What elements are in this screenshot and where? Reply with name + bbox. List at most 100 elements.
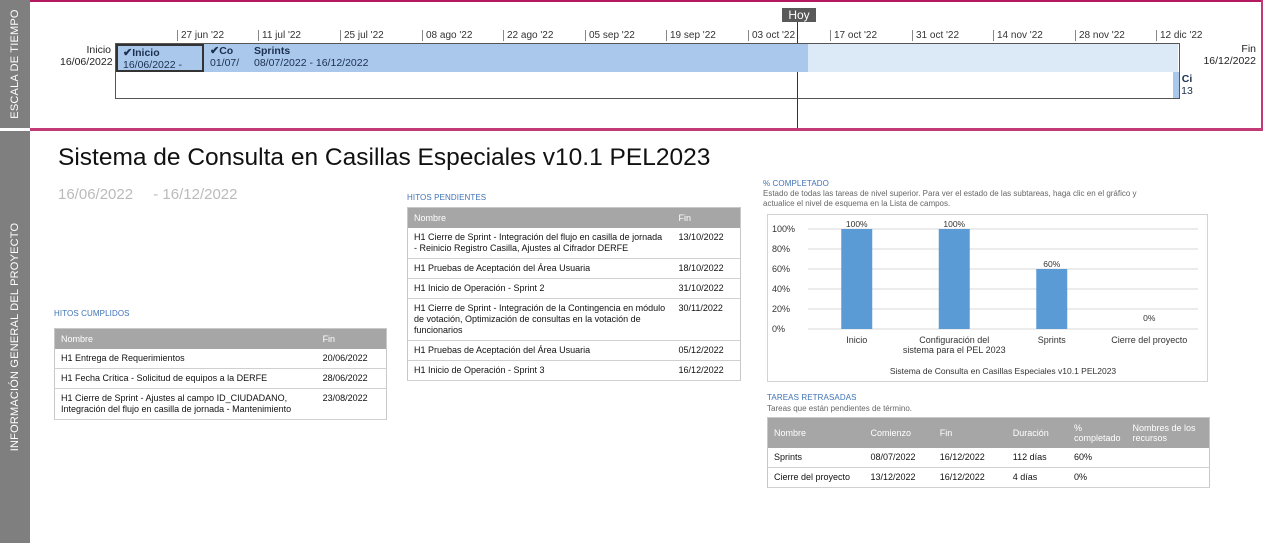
project-side-band: INFORMACIÓN GENERAL DEL PROYECTO [0, 131, 30, 543]
table-row[interactable]: H1 Inicio de Operación - Sprint 3 16/12/2… [407, 360, 741, 381]
bar [1036, 269, 1068, 329]
table-cell: 05/12/2022 [672, 340, 741, 361]
table-cell: 08/07/2022 [864, 448, 934, 468]
timeline-start-label: Inicio [86, 44, 111, 56]
column-header[interactable]: Comienzo [864, 417, 934, 448]
column-header[interactable]: Fin [672, 207, 741, 228]
table-cell: 0% [1067, 467, 1127, 488]
table-cell: Cierre del proyecto [767, 467, 865, 488]
bar [841, 229, 873, 329]
table-row[interactable]: H1 Pruebas de Aceptación del Área Usuari… [407, 258, 741, 279]
completado-chart[interactable]: 100% 80% 60% 40% 20% 0% 100% Inicio 100% Configur… [767, 214, 1208, 382]
timeline-tick: 19 sep '22 [666, 30, 716, 41]
timeline-tick: 12 dic '22 [1156, 30, 1203, 41]
tareas-retrasadas-label: TAREAS RETRASADAS [767, 393, 857, 402]
timeline-task-sprints[interactable]: Sprints 08/07/2022 - 16/12/2022 [250, 45, 550, 69]
hitos-pendientes-label: HITOS PENDIENTES [407, 193, 487, 202]
table-cell: H1 Pruebas de Aceptación del Área Usuari… [407, 258, 673, 279]
timeline-area[interactable]: Hoy 27 jun '22 11 jul '22 25 jul '22 08 … [30, 2, 1261, 128]
table-row[interactable]: H1 Cierre de Sprint - Integración del fl… [407, 228, 741, 259]
column-header[interactable]: Nombre [767, 417, 865, 448]
table-row[interactable]: H1 Cierre de Sprint - Integración de la … [407, 298, 741, 341]
completado-chart-svg[interactable]: 100% 80% 60% 40% 20% 0% 100% Inicio 100% Configur… [768, 215, 1209, 383]
column-header[interactable]: Duración [1006, 417, 1068, 448]
column-header[interactable]: Fin [933, 417, 1007, 448]
timeline-tick: 31 oct '22 [912, 30, 959, 41]
timeline-end: Fin 16/12/2022 [1190, 43, 1256, 67]
bar [938, 229, 970, 329]
timeline-start: Inicio 16/06/2022 [60, 44, 113, 68]
timeline-task-configuracion[interactable]: ✔Co 01/07/ [206, 45, 248, 69]
column-header[interactable]: % completado [1067, 417, 1127, 448]
table-cell: 13/12/2022 [864, 467, 934, 488]
table-cell: 16/12/2022 [672, 360, 741, 381]
x-tick-label: Sprints [1038, 335, 1067, 345]
timeline-task-inicio[interactable]: ✔Inicio 16/06/2022 - [116, 44, 204, 72]
table-cell: H1 Pruebas de Aceptación del Área Usuari… [407, 340, 673, 361]
task-dates: 01/07/ [210, 57, 240, 69]
table-cell: H1 Cierre de Sprint - Ajustes al campo I… [54, 388, 317, 420]
data-label: 0% [1143, 313, 1156, 323]
table-cell: Sprints [767, 448, 865, 468]
timeline-tick: 05 sep '22 [585, 30, 635, 41]
y-tick-label: 40% [772, 284, 790, 294]
timeline-side-band: ESCALA DE TIEMPO [0, 0, 30, 128]
tareas-retrasadas-table[interactable]: Nombre Comienzo Fin Duración % completad… [767, 417, 1210, 488]
x-tick-label: Inicio [846, 335, 867, 345]
table-row[interactable]: H1 Pruebas de Aceptación del Área Usuari… [407, 340, 741, 361]
table-cell: 13/10/2022 [672, 228, 741, 259]
data-label: 100% [943, 219, 965, 229]
y-tick-label: 100% [772, 224, 795, 234]
x-tick-label: Cierre del proyecto [1111, 335, 1187, 345]
table-cell: 20/06/2022 [316, 349, 387, 369]
task-name: Inicio [132, 47, 160, 59]
table-row[interactable]: H1 Entrega de Requerimientos 20/06/2022 [54, 349, 387, 369]
timeline-tick: 14 nov '22 [993, 30, 1043, 41]
project-dates: 16/06/2022 - 16/12/2022 [58, 186, 238, 203]
table-row[interactable]: H1 Fecha Crítica - Solicitud de equipos … [54, 368, 387, 389]
timeline-tick: 27 jun '22 [177, 30, 224, 41]
table-cell: 28/06/2022 [316, 368, 387, 389]
timeline-tick: 03 oct '22 [748, 30, 795, 41]
y-tick-label: 20% [772, 304, 790, 314]
table-cell [1126, 467, 1210, 488]
table-cell: 23/08/2022 [316, 388, 387, 420]
column-header[interactable]: Nombre [407, 207, 673, 228]
table-cell: H1 Cierre de Sprint - Integración de la … [407, 298, 673, 341]
timeline-tick: 28 nov '22 [1075, 30, 1125, 41]
hitos-cumplidos-label: HITOS CUMPLIDOS [54, 309, 130, 318]
x-axis-label: Sistema de Consulta en Casillas Especial… [890, 366, 1117, 376]
section-separator [30, 128, 1263, 131]
table-row[interactable]: Cierre del proyecto 13/12/2022 16/12/2022 4… [767, 467, 1210, 488]
timeline-tick: 11 jul '22 [258, 30, 301, 41]
project-end-date: - 16/12/2022 [153, 186, 238, 203]
table-cell: H1 Inicio de Operación - Sprint 3 [407, 360, 673, 381]
timeline-end-label: Fin [1241, 43, 1256, 55]
task-dates: 16/06/2022 - [123, 59, 182, 71]
timeline-tick: 22 ago '22 [503, 30, 553, 41]
tareas-retrasadas-description: Tareas que están pendientes de término. [767, 404, 912, 413]
completado-label: % COMPLETADO [763, 179, 829, 188]
table-cell: 112 días [1006, 448, 1068, 468]
hitos-cumplidos-table[interactable]: Nombre Fin H1 Entrega de Requerimientos 2… [54, 328, 387, 420]
task-name: Ci [1181, 73, 1193, 85]
project-start-date: 16/06/2022 [58, 186, 134, 203]
page-title: Sistema de Consulta en Casillas Especial… [58, 144, 711, 171]
task-dates: 08/07/2022 - 16/12/2022 [254, 57, 369, 69]
table-row[interactable]: H1 Inicio de Operación - Sprint 2 31/10/2… [407, 278, 741, 299]
y-tick-label: 0% [772, 324, 785, 334]
completado-description: Estado de todas las tareas de nivel supe… [763, 189, 1137, 208]
hitos-pendientes-table[interactable]: Nombre Fin H1 Cierre de Sprint - Integra… [407, 207, 741, 381]
data-label: 100% [846, 219, 868, 229]
x-tick-label: Configuración del [919, 335, 989, 345]
column-header[interactable]: Fin [316, 328, 387, 349]
timeline-task-cierre[interactable]: Ci 13 [1175, 72, 1199, 98]
task-dates: 13 [1181, 85, 1193, 97]
timeline-tick: 08 ago '22 [422, 30, 472, 41]
column-header[interactable]: Nombres de los recursos [1126, 417, 1210, 448]
column-header[interactable]: Nombre [54, 328, 317, 349]
task-name: Co [219, 45, 234, 57]
table-row[interactable]: H1 Cierre de Sprint - Ajustes al campo I… [54, 388, 387, 420]
table-row[interactable]: Sprints 08/07/2022 16/12/2022 112 días 60% [767, 448, 1210, 468]
check-icon: ✔ [123, 47, 133, 59]
